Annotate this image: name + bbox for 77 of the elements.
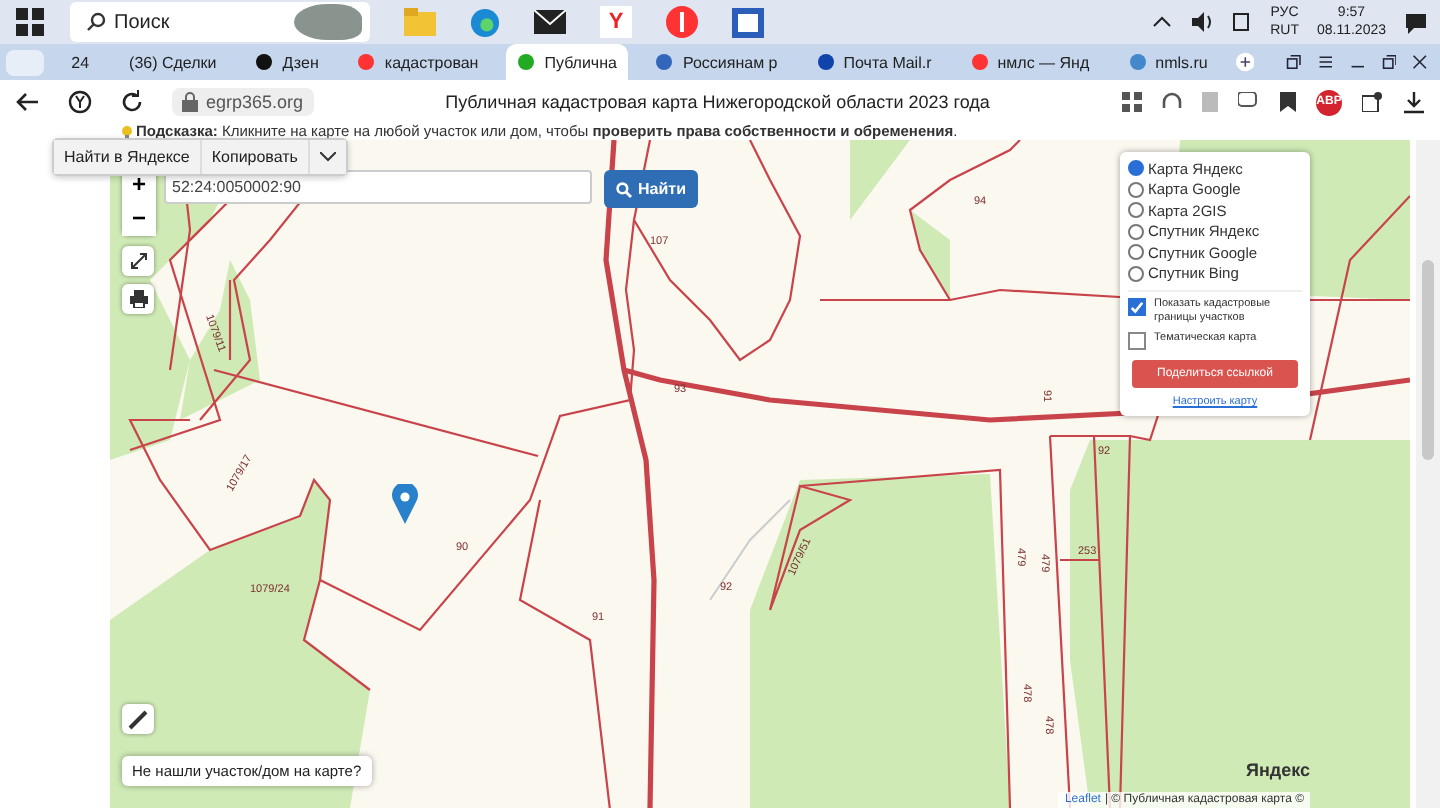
radio-button[interactable]: [1128, 223, 1144, 240]
search-icon: [616, 181, 632, 197]
notification-icon[interactable]: [1404, 11, 1428, 33]
browser-tab[interactable]: кадастрован: [346, 44, 491, 80]
puzzle-icon[interactable]: [1362, 92, 1384, 112]
tab-favicon-icon: [256, 54, 273, 70]
lock-icon: [182, 92, 198, 112]
context-action-button[interactable]: Копировать: [201, 140, 310, 174]
reload-icon[interactable]: [120, 90, 144, 114]
tab-favicon-icon: [358, 54, 375, 70]
fullscreen-button[interactable]: [122, 246, 154, 276]
page-title: Публичная кадастровая карта Нижегородской области 2023 года: [443, 92, 992, 112]
browser-logo-button[interactable]: Y: [600, 6, 632, 38]
find-button[interactable]: Найти: [604, 170, 698, 208]
radio-button[interactable]: [1128, 244, 1144, 261]
mail-envelope-icon[interactable]: [534, 10, 566, 34]
print-button[interactable]: [122, 284, 154, 314]
radio-button[interactable]: [1128, 160, 1144, 177]
browser-tab[interactable]: (36) Сделки: [117, 44, 229, 80]
search-icon: [86, 12, 106, 32]
download-icon[interactable]: [1404, 91, 1424, 113]
checkmark-icon: [1130, 299, 1144, 315]
browser-tab[interactable]: Россиянам р: [644, 44, 790, 80]
tab-title: nmls.ru: [1155, 53, 1208, 71]
lightbulb-icon: [122, 126, 132, 140]
checkbox[interactable]: [1128, 298, 1146, 316]
tab-title: Публична: [544, 53, 617, 71]
menu-icon[interactable]: [1317, 52, 1334, 72]
tab-title: 24: [71, 53, 90, 71]
radio-button[interactable]: [1128, 202, 1144, 219]
tab-title: Почта Mail.r: [843, 53, 932, 71]
tab-favicon-icon: [971, 54, 988, 70]
caret-icon: [319, 152, 336, 162]
context-action-button[interactable]: Найти в Яндексе: [54, 140, 202, 174]
tab-favicon-icon: [1129, 54, 1146, 70]
expand-arrows-icon: [129, 252, 147, 270]
restore-icon[interactable]: [1381, 52, 1397, 72]
tab-title: кадастрован: [384, 53, 479, 71]
radio-button[interactable]: [1128, 265, 1144, 282]
url-field[interactable]: egrp365.org: [172, 88, 314, 116]
tab-title: (36) Сделки: [129, 53, 217, 71]
tab-favicon-icon: [518, 54, 535, 70]
chat-icon[interactable]: [1238, 92, 1260, 112]
measure-button[interactable]: [122, 704, 154, 734]
circle-app-icon[interactable]: [666, 6, 698, 38]
close-icon[interactable]: [1412, 52, 1429, 72]
more-dropdown-button[interactable]: [309, 140, 346, 174]
browser-tab[interactable]: 24: [59, 44, 102, 80]
grid-icon[interactable]: [1122, 92, 1142, 112]
tabs-stack-icon[interactable]: [1286, 52, 1302, 72]
ruler-icon: [128, 709, 148, 729]
cadastral-number-field[interactable]: 52:24:0050002:90: [164, 170, 592, 204]
zoom-button[interactable]: −: [122, 202, 156, 236]
back-arrow-icon[interactable]: [16, 92, 40, 112]
chevron-up-icon[interactable]: [1152, 14, 1173, 30]
tab-title: нмлс — Янд: [997, 53, 1090, 71]
bookmark-icon[interactable]: [1280, 92, 1296, 112]
tab-title: Дзен: [282, 53, 319, 71]
browser-tab[interactable]: нмлс — Янд: [959, 44, 1102, 80]
tab-title: Россиянам р: [682, 53, 778, 71]
windows-start-icon[interactable]: [16, 8, 44, 36]
browser-tab[interactable]: nmls.ru: [1117, 44, 1220, 80]
speaker-icon[interactable]: [1190, 12, 1215, 32]
circle-y-icon[interactable]: [68, 90, 92, 114]
browser-tab[interactable]: Публична: [506, 44, 629, 80]
map-provider-logo: Яндекс: [1246, 760, 1311, 780]
browser-tab[interactable]: Дзен: [244, 44, 331, 80]
track-line: [709, 499, 791, 601]
headphones-icon[interactable]: [1162, 92, 1182, 112]
radio-button[interactable]: [1128, 181, 1144, 198]
location-pin-icon[interactable]: [392, 484, 418, 524]
checkbox[interactable]: [1128, 332, 1146, 350]
tab-favicon-icon: [817, 54, 834, 70]
browser-tab[interactable]: Почта Mail.r: [805, 44, 944, 80]
printer-icon: [129, 290, 147, 308]
new-tab-icon[interactable]: [1235, 50, 1255, 74]
tab-favicon-icon: [656, 54, 673, 70]
